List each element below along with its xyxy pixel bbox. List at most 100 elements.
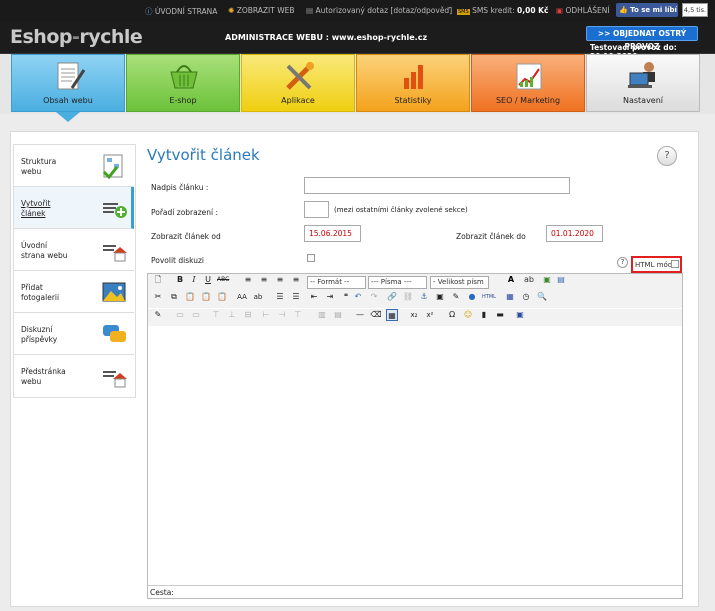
outdent-icon[interactable]: ⇤	[308, 291, 320, 303]
html-source-icon[interactable]: HTML	[482, 291, 496, 303]
new-document-icon[interactable]: 🗋	[152, 274, 164, 286]
html-mode-checkbox[interactable]	[671, 260, 679, 268]
sms-icon: SMS	[457, 9, 470, 15]
undo-icon[interactable]: ↶	[352, 291, 364, 303]
media-icon[interactable]: ▮	[478, 309, 490, 321]
preview-icon[interactable]: 🔍	[536, 291, 548, 303]
auth-query-link[interactable]: ▤ Autorizovaný dotaz [dotaz/odpověď]	[306, 6, 452, 15]
sidebar-item-predstranka-webu[interactable]: Předstránka webu	[14, 355, 134, 397]
date-to-input[interactable]: 01.01.2020	[546, 225, 603, 242]
editor-toolbar-row-2: ✂ ⧉ 📋 📋 📋 AA ab ☰ ☰ ⇤ ⇥ ❝ ↶ ↷ 🔗 ⛓ ⚓ ▣ ✎ …	[148, 291, 682, 308]
sidebar-item-pridat-fotogalerii[interactable]: Přidat fotogalerii	[14, 271, 134, 313]
visual-aid-icon[interactable]: ▦	[386, 309, 398, 321]
merge-cells-icon[interactable]: ▤	[332, 309, 344, 321]
show-web-link[interactable]: ✺ ZOBRAZIT WEB	[228, 6, 295, 15]
tab-e-shop[interactable]: E-shop	[126, 54, 240, 112]
editor-content-area[interactable]	[148, 326, 682, 584]
html-help-icon[interactable]: ?	[617, 257, 628, 268]
row-after-icon[interactable]: ⊥	[226, 309, 238, 321]
tab-seo-marketing[interactable]: SEO / Marketing	[471, 54, 585, 112]
unlink-icon[interactable]: ⛓	[402, 291, 414, 303]
horizontal-rule-icon[interactable]: —	[354, 309, 366, 321]
align-center-icon[interactable]: ≡	[258, 274, 270, 286]
delete-row-icon[interactable]: ⊟	[242, 309, 254, 321]
remove-format-icon[interactable]: ⌫	[370, 309, 382, 321]
row-before-icon[interactable]: ⊤	[210, 309, 222, 321]
discussion-checkbox[interactable]	[307, 254, 315, 262]
numbered-list-icon[interactable]: ☰	[290, 291, 302, 303]
underline-icon[interactable]: U	[202, 274, 214, 286]
anchor-icon[interactable]: ⚓	[418, 291, 430, 303]
tab-aplikace[interactable]: Aplikace	[241, 54, 355, 112]
lock-icon: ▣	[556, 6, 564, 15]
align-justify-icon[interactable]: ≡	[290, 274, 302, 286]
like-button[interactable]: 👍 To se mi líbí	[616, 3, 678, 17]
italic-icon[interactable]: I	[188, 274, 200, 286]
split-cells-icon[interactable]: ▥	[316, 309, 328, 321]
cut-icon[interactable]: ✂	[152, 291, 164, 303]
insert-date-icon[interactable]: ▦	[504, 291, 516, 303]
copy-icon[interactable]: ⧉	[168, 291, 180, 303]
font-select[interactable]: --- Písma ---	[368, 276, 427, 289]
paste-word-icon[interactable]: 📋	[216, 291, 228, 303]
col-before-icon[interactable]: ⊢	[260, 309, 272, 321]
blockquote-icon[interactable]: ❝	[340, 291, 352, 303]
paste-text-icon[interactable]: 📋	[200, 291, 212, 303]
subscript-icon[interactable]: x₂	[408, 309, 420, 321]
date-from-input[interactable]: 15.06.2015	[304, 225, 361, 242]
help-editor-icon[interactable]: ●	[466, 291, 478, 303]
cleanup-icon[interactable]: ✎	[450, 291, 462, 303]
thumbs-up-icon: 👍	[619, 6, 628, 14]
home-link[interactable]: ⓘ ÚVODNÍ STRANA	[145, 6, 217, 17]
sms-credit: SMS SMS kredit: 0,00 Kč	[457, 6, 549, 15]
chat-icon: ▤	[306, 6, 314, 15]
replace-icon[interactable]: ab	[252, 291, 264, 303]
emoticon-icon[interactable]: ☺	[462, 309, 474, 321]
article-title-input[interactable]	[304, 177, 570, 194]
tools-icon	[286, 62, 314, 90]
superscript-icon[interactable]: x²	[424, 309, 436, 321]
fullscreen-icon[interactable]: ▣	[514, 309, 526, 321]
order-input[interactable]	[304, 201, 329, 218]
order-button[interactable]: >> OBJEDNAT OSTRÝ PROVOZ	[586, 26, 698, 51]
indent-icon[interactable]: ⇥	[324, 291, 336, 303]
align-left-icon[interactable]: ≡	[242, 274, 254, 286]
special-char-icon[interactable]: Ω	[446, 309, 458, 321]
active-tab-pointer	[56, 112, 80, 122]
logo[interactable]: Eshop-rychle	[10, 26, 143, 48]
delete-col-icon[interactable]: ⊤	[292, 309, 304, 321]
insert-image-icon[interactable]: ▣	[541, 274, 553, 286]
col-after-icon[interactable]: ⊣	[276, 309, 288, 321]
tab-statistiky[interactable]: Statistiky	[356, 54, 470, 112]
edit-icon[interactable]: ✎	[152, 309, 164, 321]
highlight-icon[interactable]: ab	[523, 274, 535, 286]
find-icon[interactable]: AA	[236, 291, 248, 303]
link-icon[interactable]: 🔗	[386, 291, 398, 303]
document-pencil-icon	[57, 62, 86, 90]
logout-link[interactable]: ▣ ODHLÁŠENÍ	[556, 6, 610, 15]
format-select[interactable]: -- Formát --	[307, 276, 366, 289]
advanced-hr-icon[interactable]: ▬	[494, 309, 506, 321]
strikethrough-icon[interactable]: ABC	[217, 274, 229, 286]
tab-nastaveni[interactable]: Nastavení	[586, 54, 700, 112]
sidebar-item-vytvorit-clanek[interactable]: Vytvořit článek	[14, 187, 134, 229]
user-laptop-icon	[628, 62, 655, 88]
image-icon[interactable]: ▣	[434, 291, 446, 303]
bold-icon[interactable]: B	[174, 274, 186, 286]
tab-obsah-webu[interactable]: Obsah webu	[11, 54, 125, 112]
size-select[interactable]: - Velikost písm	[430, 276, 489, 289]
help-icon[interactable]: ?	[657, 146, 677, 166]
paste-icon[interactable]: 📋	[184, 291, 196, 303]
align-right-icon[interactable]: ≡	[274, 274, 286, 286]
redo-icon[interactable]: ↷	[368, 291, 380, 303]
table-props-icon[interactable]: ▭	[174, 309, 186, 321]
sidebar-item-struktura-webu[interactable]: Struktura webu	[14, 145, 134, 187]
text-color-icon[interactable]: A	[505, 274, 517, 286]
bullet-list-icon[interactable]: ☰	[274, 291, 286, 303]
insert-file-icon[interactable]: ▤	[555, 274, 567, 286]
sidebar-item-diskuzni-prispevky[interactable]: Diskuzní příspěvky	[14, 313, 134, 355]
insert-time-icon[interactable]: ◷	[520, 291, 532, 303]
html-mode-label: HTML mód	[635, 261, 673, 269]
sidebar-item-uvodni-strana[interactable]: Úvodní strana webu	[14, 229, 134, 271]
cell-props-icon[interactable]: ▭	[190, 309, 202, 321]
